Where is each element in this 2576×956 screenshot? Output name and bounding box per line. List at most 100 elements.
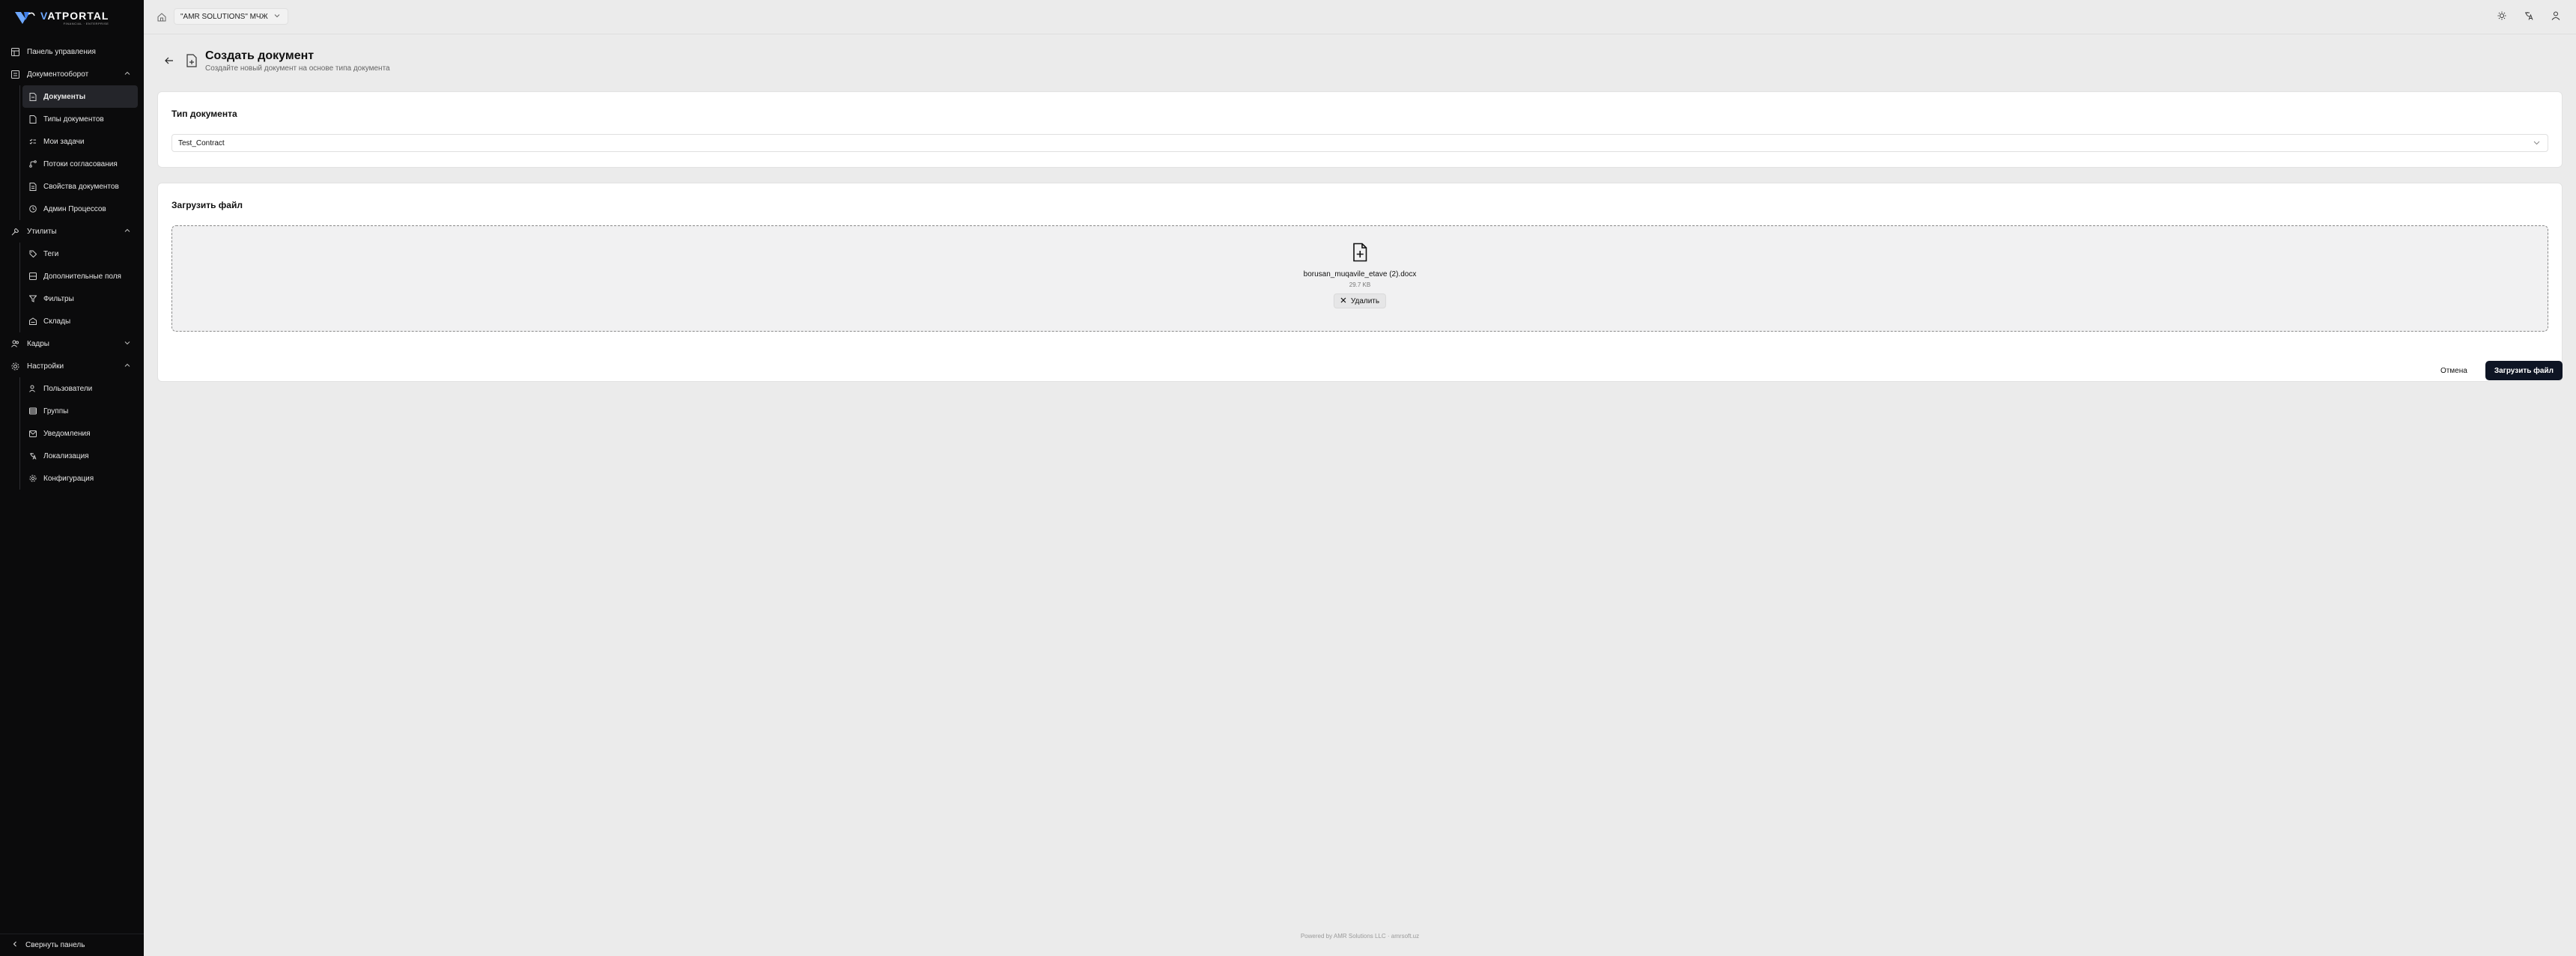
sidebar: VATPORTAL FINANCIAL · ENTERPRISE Панель … [0, 0, 144, 956]
language-icon[interactable] [2524, 10, 2534, 21]
sidebar-item-label: Кадры [27, 339, 49, 348]
page-header: Создать документ Создайте новый документ… [163, 49, 390, 73]
main-content: Создать документ Создайте новый документ… [144, 34, 2576, 956]
sidebar-item-workflows[interactable]: Потоки согласования [0, 153, 144, 175]
document-types-icon [28, 115, 37, 124]
sidebar-item-label: Теги [43, 249, 59, 258]
sidebar-nav: Панель управления Документооборот Докуме… [0, 40, 144, 490]
sidebar-item-label: Группы [43, 407, 69, 415]
collapse-sidebar-button[interactable]: Свернуть панель [0, 934, 144, 956]
chevron-up-icon [124, 362, 130, 371]
sidebar-item-document-types[interactable]: Типы документов [0, 108, 144, 130]
sidebar-item-label: Админ Процессов [43, 204, 106, 213]
chevron-down-icon [274, 13, 280, 21]
sidebar-item-process-admin[interactable]: Админ Процессов [0, 198, 144, 220]
page-subtitle: Создайте новый документ на основе типа д… [205, 64, 390, 73]
sidebar-item-label: Документы [43, 92, 86, 101]
form-actions: Отмена Загрузить файл [2436, 361, 2563, 380]
people-icon [10, 339, 19, 348]
document-icon [28, 92, 37, 101]
sidebar-item-dashboard[interactable]: Панель управления [0, 40, 144, 63]
company-name: "AMR SOLUTIONS" МЧЖ [180, 12, 268, 21]
sidebar-item-label: Дополнительные поля [43, 272, 121, 281]
sidebar-item-hr[interactable]: Кадры [0, 332, 144, 355]
logo-title: VATPORTAL [40, 10, 109, 22]
sidebar-item-groups[interactable]: Группы [0, 400, 144, 422]
sidebar-item-extra-fields[interactable]: Дополнительные поля [0, 265, 144, 287]
theme-toggle-icon[interactable] [2497, 10, 2507, 21]
fields-icon [28, 272, 37, 281]
upload-file-button[interactable]: Загрузить файл [2485, 361, 2563, 380]
translate-icon [28, 451, 37, 460]
chevron-down-icon [2533, 139, 2540, 148]
process-admin-icon [28, 204, 37, 213]
sidebar-item-my-tasks[interactable]: Мои задачи [0, 130, 144, 153]
page-title: Создать документ [205, 49, 315, 62]
sidebar-item-localization[interactable]: Локализация [0, 445, 144, 467]
user-icon[interactable] [2551, 10, 2561, 21]
topbar: "AMR SOLUTIONS" МЧЖ [144, 0, 2576, 34]
file-size: 29.7 KB [1349, 281, 1371, 288]
filter-icon [28, 294, 37, 303]
sidebar-item-filters[interactable]: Фильтры [0, 287, 144, 310]
sidebar-item-document-flow[interactable]: Документооборот [0, 63, 144, 85]
file-name: borusan_muqavile_etave (2).docx [1303, 270, 1417, 278]
sidebar-item-notifications[interactable]: Уведомления [0, 422, 144, 445]
logo-mark-icon [15, 12, 35, 24]
sidebar-item-label: Локализация [43, 451, 89, 460]
topbar-actions [2497, 10, 2561, 21]
home-icon[interactable] [157, 12, 166, 25]
groups-icon [28, 407, 37, 415]
footer-text: Powered by AMR Solutions LLC · amrsoft.u… [1300, 933, 1420, 940]
mail-icon [28, 429, 37, 438]
sidebar-item-warehouses[interactable]: Склады [0, 310, 144, 332]
sidebar-item-label: Типы документов [43, 115, 104, 124]
cancel-button[interactable]: Отмена [2436, 361, 2472, 380]
sidebar-item-label: Уведомления [43, 429, 91, 438]
users-icon [28, 384, 37, 393]
sidebar-item-users[interactable]: Пользователи [0, 377, 144, 400]
sidebar-item-configuration[interactable]: Конфигурация [0, 467, 144, 490]
settings-icon [10, 362, 19, 371]
document-plus-icon [186, 54, 198, 67]
document-type-value: Test_Contract [178, 138, 225, 147]
upload-heading: Загрузить файл [171, 200, 243, 210]
close-icon [1340, 297, 1346, 305]
sidebar-item-label: Свойства документов [43, 182, 119, 191]
sidebar-item-settings[interactable]: Настройки [0, 355, 144, 377]
tasks-icon [28, 137, 37, 146]
dashboard-icon [10, 47, 19, 56]
back-arrow-icon[interactable] [163, 55, 175, 67]
properties-icon [28, 182, 37, 191]
sidebar-item-tags[interactable]: Теги [0, 243, 144, 265]
gear-icon [28, 474, 37, 483]
sidebar-item-label: Фильтры [43, 294, 74, 303]
sidebar-item-label: Пользователи [43, 384, 93, 393]
sidebar-item-document-properties[interactable]: Свойства документов [0, 175, 144, 198]
logo[interactable]: VATPORTAL FINANCIAL · ENTERPRISE [13, 9, 109, 27]
document-flow-icon [10, 70, 19, 79]
wrench-icon [10, 227, 19, 236]
sidebar-item-label: Склады [43, 317, 71, 326]
file-plus-icon [1351, 243, 1369, 262]
sidebar-item-label: Панель управления [27, 47, 96, 56]
chevron-up-icon [124, 228, 130, 236]
document-type-select[interactable]: Test_Contract [171, 134, 2548, 152]
sidebar-item-documents[interactable]: Документы [22, 85, 138, 108]
sidebar-item-label: Мои задачи [43, 137, 85, 146]
sidebar-item-label: Документооборот [27, 70, 89, 79]
document-type-heading: Тип документа [171, 109, 237, 119]
collapse-label: Свернуть панель [25, 941, 85, 949]
company-selector[interactable]: "AMR SOLUTIONS" МЧЖ [174, 8, 288, 25]
chevron-left-icon [12, 941, 18, 949]
sidebar-item-label: Утилиты [27, 227, 57, 236]
sidebar-item-label: Конфигурация [43, 474, 94, 483]
document-type-card: Тип документа Test_Contract [157, 91, 2563, 168]
sidebar-item-label: Настройки [27, 362, 64, 371]
remove-file-button[interactable]: Удалить [1333, 293, 1387, 308]
file-dropzone[interactable]: borusan_muqavile_etave (2).docx 29.7 KB … [171, 225, 2548, 332]
logo-tagline: FINANCIAL · ENTERPRISE [63, 22, 109, 25]
upload-card: Загрузить файл borusan_muqavile_etave (2… [157, 183, 2563, 382]
sidebar-item-utilities[interactable]: Утилиты [0, 220, 144, 243]
chevron-down-icon [124, 340, 130, 348]
